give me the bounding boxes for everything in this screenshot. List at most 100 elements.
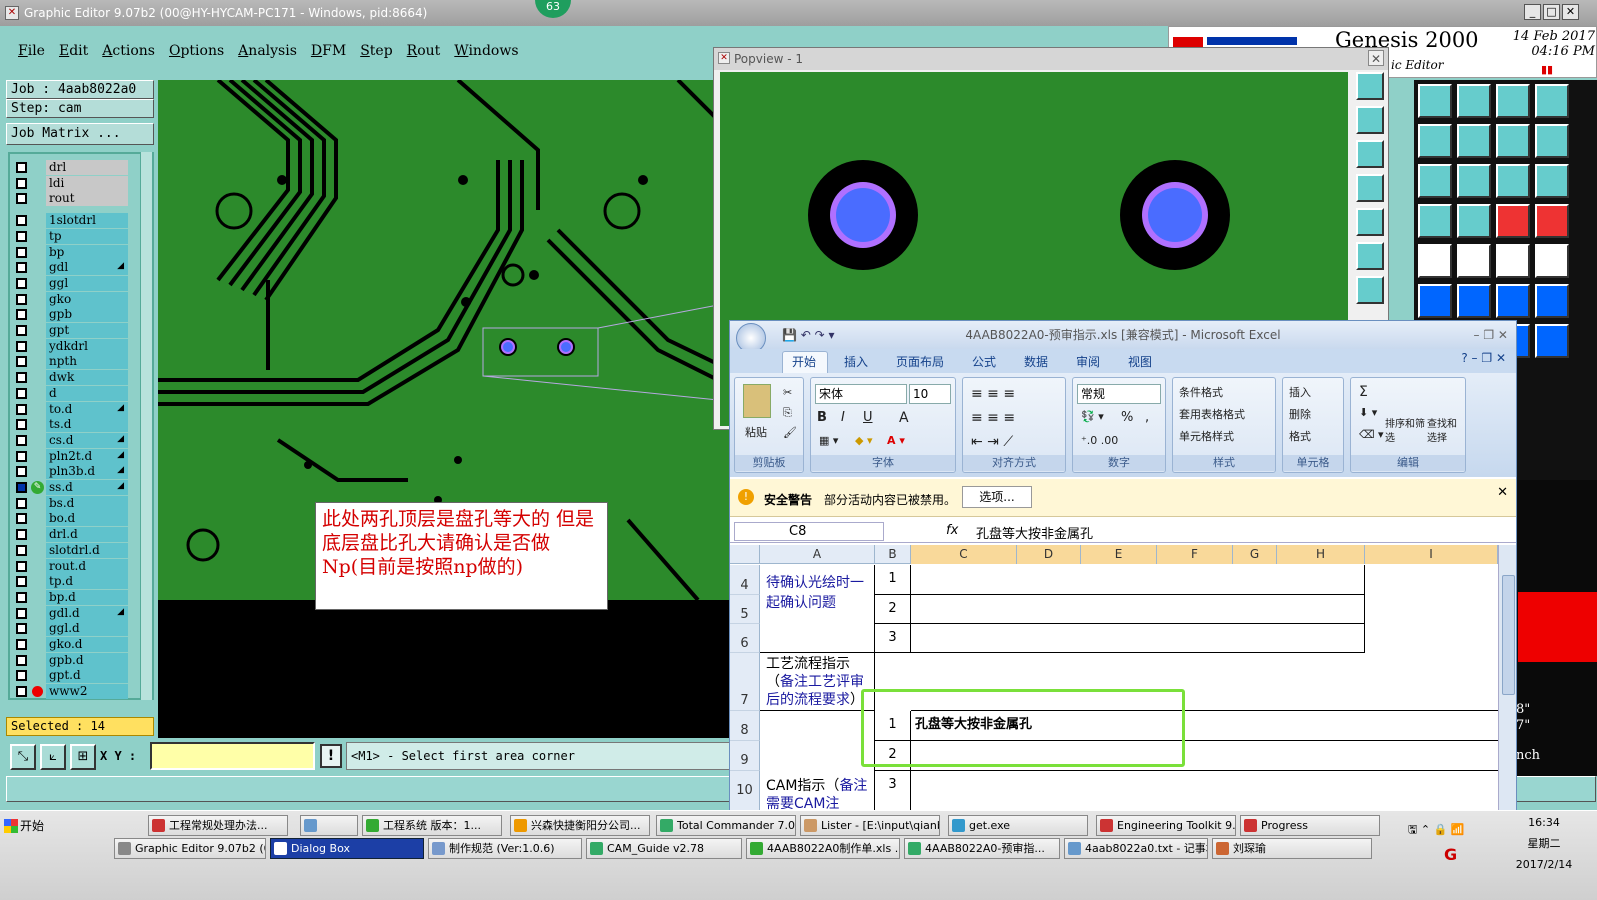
row-header[interactable]: 6 [730,624,760,653]
vertical-scrollbar[interactable] [1498,545,1516,811]
decimal-icon[interactable]: ⁺.0 .00 [1081,434,1118,447]
font-name-select[interactable]: 宋体 [815,384,907,404]
tray-app-icon[interactable]: G [1444,845,1457,864]
xy-input[interactable] [150,742,315,770]
group-cell-2[interactable]: 工艺流程指示（备注工艺评审后的流程要求） [760,653,875,711]
tool-button-icon[interactable] [1457,244,1491,278]
layer-row[interactable]: pln3b.d ◢ [12,464,130,480]
excel-window-controls-icon[interactable]: – ❐ ✕ [1474,321,1508,349]
layer-checkbox[interactable] [16,560,27,572]
align-left-icon[interactable]: ≡ ≡ ≡ [971,410,1015,426]
name-box[interactable]: C8 [734,522,884,541]
maximize-button[interactable]: □ [1543,4,1560,20]
cell-c6[interactable] [911,624,1365,653]
taskbar-button[interactable]: CAM_Guide v2.78 [586,838,742,859]
tray-icons[interactable]: 🖫 ⌃ 🔒 📶 [1408,821,1464,840]
format-as-table-button[interactable]: 套用表格格式 [1179,406,1245,422]
autosum-button[interactable]: Σ [1359,384,1368,400]
tool-button-icon[interactable] [1496,124,1530,158]
tab-review[interactable]: 审阅 [1076,353,1100,370]
pop-tool-6-icon[interactable] [1356,242,1384,270]
clear-icon[interactable]: ⌫ ▾ [1359,428,1384,441]
layer-checkbox[interactable] [16,639,27,650]
conditional-format-button[interactable]: 条件格式 [1179,384,1223,400]
pop-tool-1-icon[interactable] [1356,72,1384,100]
sheet-grid[interactable]: 4 5 6 7 8 9 10 待确认光绘时一起确认问题 工艺流程指示（备注工艺评… [730,565,1498,811]
layer-checkbox[interactable] [16,497,27,509]
layer-checkbox[interactable] [16,434,27,446]
layer-checkbox[interactable] [16,262,27,274]
tool-button-icon[interactable] [1418,204,1452,238]
tool-button-icon[interactable] [1457,124,1491,158]
layer-checkbox[interactable] [16,544,27,556]
layer-row[interactable]: gdl ◢ [12,260,130,276]
layer-checkbox[interactable] [16,162,27,173]
format-painter-icon[interactable]: 🖌 [783,426,797,439]
paste-button[interactable]: 粘贴 [745,424,767,440]
layer-checkbox[interactable] [16,277,27,289]
layer-checkbox[interactable] [16,246,27,258]
layer-checkbox[interactable] [16,591,27,603]
layer-checkbox[interactable] [16,309,27,321]
formula-input[interactable]: 孔盘等大按非金属孔 [976,523,1093,542]
layer-checkbox[interactable] [16,482,27,493]
tab-page-layout[interactable]: 页面布局 [896,353,944,370]
pop-tool-3-icon[interactable] [1356,140,1384,168]
tool-button-icon[interactable] [1418,124,1452,158]
tool-button-icon[interactable] [1535,164,1569,198]
layer-row[interactable]: npth [12,354,130,370]
col-header-g[interactable]: G [1233,545,1277,564]
zoom-tool-icon[interactable]: ⤡ [10,744,36,770]
layer-row[interactable]: drl [12,160,130,175]
col-header-i[interactable]: I [1365,545,1498,564]
layer-row[interactable]: gpb.d [12,652,130,668]
layer-checkbox[interactable] [16,387,27,399]
layer-row[interactable]: gpb [12,307,130,323]
menu-dfm[interactable]: DFM [311,35,346,67]
fill-icon[interactable]: ⬇ ▾ [1359,406,1377,419]
tool-button-icon[interactable] [1496,284,1530,318]
layer-row[interactable]: bs.d [12,495,130,511]
font-color-icon[interactable]: A ▾ [887,434,905,447]
row-header[interactable]: 10 [730,771,760,811]
col-header-c[interactable]: C [911,545,1017,564]
cell-b4[interactable]: 1 [875,565,911,595]
tool-button-icon[interactable] [1535,284,1569,318]
measure-tool-icon[interactable]: ⟀ [40,744,66,770]
pause-icon[interactable]: ▮▮ [1541,63,1553,76]
layer-checkbox[interactable] [16,576,27,588]
taskbar-button[interactable]: Graphic Editor 9.07b2 (0... [114,838,266,859]
tool-button-icon[interactable] [1418,84,1452,118]
layer-checkbox[interactable] [16,340,27,352]
indent-icon[interactable]: ⇤ ⇥ ⟋ [971,434,1013,450]
layer-row[interactable]: drl.d [12,527,130,543]
layer-row[interactable]: d [12,385,130,401]
currency-icon[interactable]: 💱 ▾ [1081,410,1104,423]
layer-checkbox[interactable] [16,670,27,682]
layer-checkbox[interactable] [16,215,27,227]
taskbar-button[interactable]: Dialog Box [270,838,424,859]
tool-button-icon[interactable] [1496,244,1530,278]
layer-row[interactable]: ldi [12,175,130,191]
layer-row[interactable]: ✎ ss.d ◢ [12,480,130,495]
row-header[interactable]: 7 [730,653,760,711]
taskbar-button[interactable]: 刘琛瑜 [1212,838,1372,859]
layer-row[interactable]: slotdrl.d [12,542,130,558]
layer-checkbox[interactable] [16,623,27,635]
fill-color-icon[interactable]: ◆ ▾ [855,434,872,447]
italic-button[interactable]: I [841,410,845,425]
tool-button-icon[interactable] [1418,284,1452,318]
col-header-b[interactable]: B [875,545,911,564]
layer-row[interactable]: gko [12,291,130,307]
menu-file[interactable]: File [18,35,45,67]
pop-tool-4-icon[interactable] [1356,174,1384,202]
number-format-select[interactable]: 常规 [1077,384,1161,404]
taskbar-button[interactable]: Engineering Toolkit 9.... [1096,815,1236,836]
layer-checkbox[interactable] [16,293,27,305]
tab-view[interactable]: 视图 [1128,353,1152,370]
layer-checkbox[interactable] [16,529,27,541]
popview-close-button[interactable]: ✕ [1368,50,1384,66]
tool-button-icon[interactable] [1418,164,1452,198]
menu-windows[interactable]: Windows [454,35,518,67]
paste-icon[interactable] [743,384,771,418]
